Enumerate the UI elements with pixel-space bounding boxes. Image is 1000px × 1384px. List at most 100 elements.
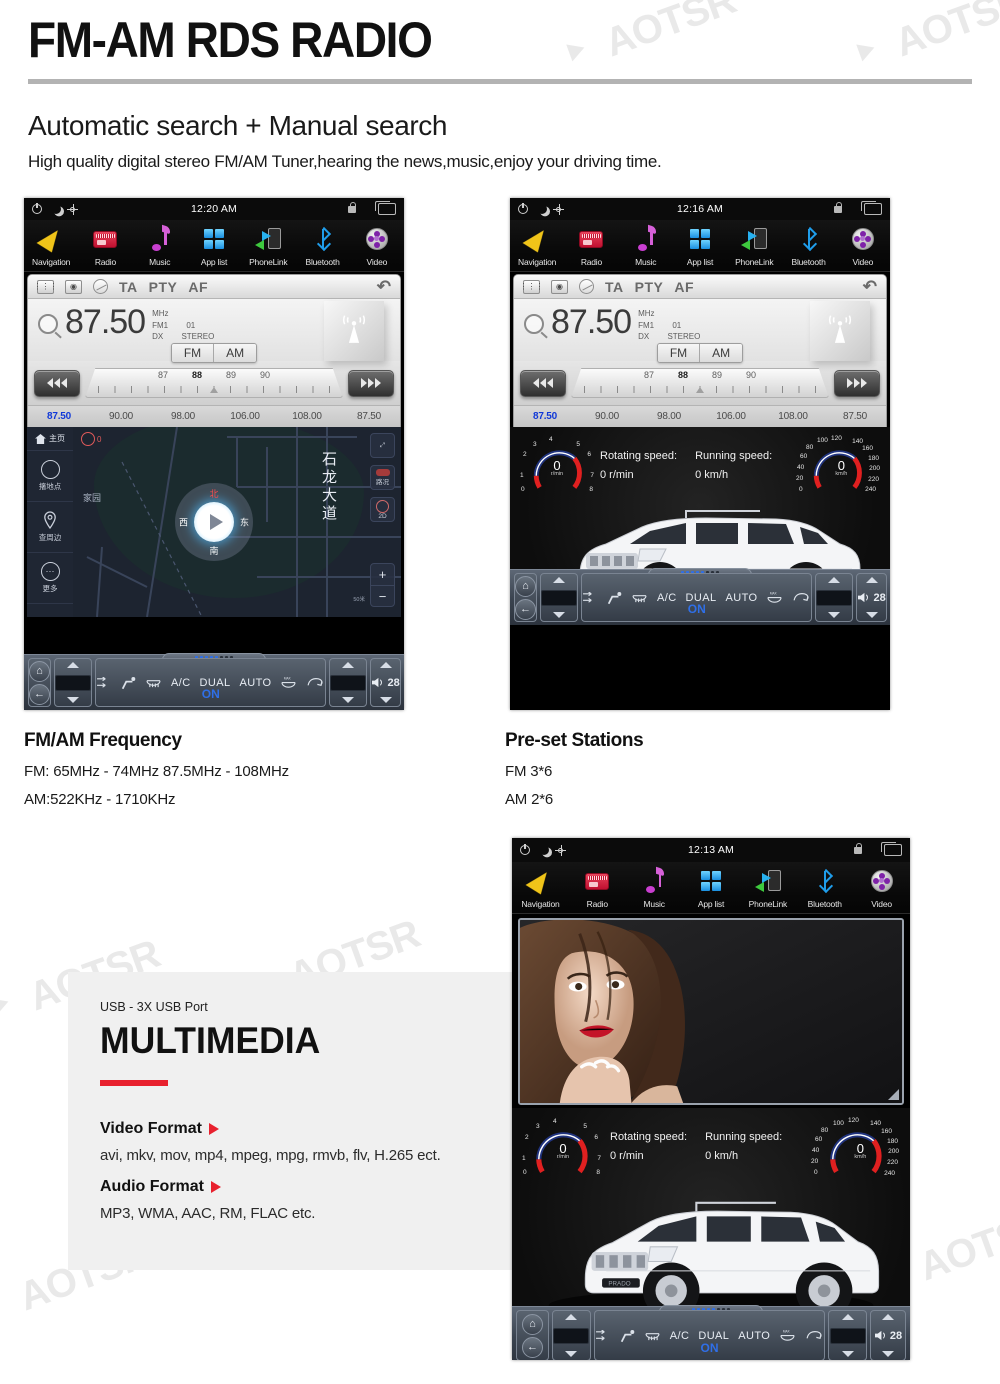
dock-item-music[interactable]: Music	[626, 866, 683, 913]
ta-button[interactable]: TA	[119, 279, 138, 295]
preset-button[interactable]: 108.00	[762, 411, 824, 422]
volume-down-icon[interactable]	[865, 612, 878, 618]
af-button[interactable]: AF	[674, 279, 694, 295]
lock-icon[interactable]	[348, 201, 357, 213]
preset-button[interactable]: 106.00	[700, 411, 762, 422]
preset-button[interactable]: 108.00	[276, 411, 338, 422]
window-icon[interactable]	[375, 201, 396, 215]
back-arrow-icon[interactable]: ←	[515, 598, 536, 620]
tuner-scale[interactable]: 87 88 89 90	[571, 368, 829, 398]
af-button[interactable]: AF	[188, 279, 208, 295]
ta-button[interactable]: TA	[605, 279, 624, 295]
dock-item-bluetooth[interactable]: Bluetooth	[781, 224, 835, 271]
preset-button[interactable]: 87.50	[338, 411, 400, 422]
dock-item-app-list[interactable]: App list	[187, 224, 241, 271]
dock-item-radio[interactable]: Radio	[78, 224, 132, 271]
auto-label[interactable]: AUTO	[240, 677, 272, 689]
temp-down-icon[interactable]	[828, 612, 841, 618]
seek-forward-icon[interactable]	[348, 369, 394, 397]
volume-down-icon[interactable]	[882, 1351, 895, 1357]
volume-cell[interactable]: 28	[870, 1310, 906, 1360]
magnifier-icon[interactable]	[524, 314, 544, 334]
dock-item-navigation[interactable]: Navigation	[24, 224, 78, 271]
temp-right-rocker[interactable]	[815, 573, 854, 622]
airflow-icon[interactable]	[582, 591, 597, 604]
temp-down-icon[interactable]	[841, 1351, 854, 1357]
seat-airflow-icon[interactable]	[619, 1329, 635, 1343]
eq-icon[interactable]: ⋮⋮⋮	[520, 279, 544, 294]
dock-item-video[interactable]: Video	[836, 224, 890, 271]
lock-icon[interactable]	[854, 842, 863, 854]
seek-forward-icon[interactable]	[834, 369, 880, 397]
back-icon[interactable]: ↶	[863, 277, 877, 297]
back-arrow-icon[interactable]: ←	[521, 1336, 543, 1358]
band-button-fm[interactable]: FM	[171, 344, 214, 362]
preset-icon[interactable]: ◉	[65, 279, 82, 294]
map-zoom-out[interactable]: −	[371, 585, 394, 606]
dock-item-music[interactable]: Music	[619, 224, 673, 271]
navigation-map[interactable]: 主页 撦地点 查周边 ⋯ 更多 0 石龙大道 家园 北 南 东 西 ⤢ 路况 2…	[27, 427, 401, 617]
climate-on-label[interactable]: ON	[688, 602, 706, 616]
auto-label[interactable]: AUTO	[726, 592, 758, 604]
preset-button[interactable]: 87.50	[824, 411, 886, 422]
preset-button[interactable]: 98.00	[638, 411, 700, 422]
dock-item-bluetooth[interactable]: Bluetooth	[295, 224, 349, 271]
preset-button[interactable]: 106.00	[214, 411, 276, 422]
airflow-icon[interactable]	[96, 676, 111, 689]
map-sidebar-item-more[interactable]: ⋯ 更多	[27, 553, 73, 604]
mute-status-badge[interactable]: 0	[81, 432, 101, 446]
magnifier-icon[interactable]	[38, 314, 58, 334]
preset-button[interactable]: 98.00	[152, 411, 214, 422]
window-icon[interactable]	[881, 842, 902, 856]
eq-icon[interactable]: ⋮⋮⋮	[34, 279, 58, 294]
volume-cell[interactable]: 28	[370, 658, 401, 707]
dock-item-navigation[interactable]: Navigation	[512, 866, 569, 913]
video-resize-handle[interactable]	[888, 1089, 899, 1100]
dock-item-phonelink[interactable]: PhoneLink	[739, 866, 796, 913]
dock-item-navigation[interactable]: Navigation	[510, 224, 564, 271]
temp-up-icon[interactable]	[565, 1314, 578, 1320]
preset-button[interactable]: 87.50	[514, 411, 576, 422]
seat-airflow-icon[interactable]	[606, 591, 622, 605]
volume-up-icon[interactable]	[882, 1314, 895, 1320]
map-zoom-control[interactable]: + −	[370, 563, 395, 607]
tuner-scale[interactable]: 87 88 89 90	[85, 368, 343, 398]
front-defrost-icon[interactable]	[631, 592, 648, 604]
pty-button[interactable]: PTY	[149, 279, 178, 295]
scan-icon[interactable]	[579, 279, 594, 294]
rear-defrost-icon[interactable]: MAX	[779, 1329, 796, 1343]
back-icon[interactable]: ↶	[377, 277, 391, 297]
dock-item-radio[interactable]: Radio	[564, 224, 618, 271]
dual-label[interactable]: DUAL	[698, 1330, 729, 1342]
map-zoom-in[interactable]: +	[371, 564, 394, 585]
band-button-fm[interactable]: FM	[657, 344, 700, 362]
volume-up-icon[interactable]	[865, 577, 878, 583]
dock-item-music[interactable]: Music	[133, 224, 187, 271]
temp-down-icon[interactable]	[553, 612, 565, 618]
climate-on-label[interactable]: ON	[701, 1341, 719, 1355]
rear-defrost-icon[interactable]: MAX	[766, 591, 783, 605]
preset-button[interactable]: 90.00	[90, 411, 152, 422]
home-icon[interactable]: ⌂	[29, 660, 50, 682]
temp-left-rocker[interactable]	[551, 1310, 591, 1360]
home-icon[interactable]: ⌂	[515, 575, 536, 597]
ac-label[interactable]: A/C	[657, 592, 677, 604]
front-defrost-icon[interactable]	[145, 677, 162, 689]
seat-airflow-icon[interactable]	[120, 676, 136, 690]
ac-label[interactable]: A/C	[670, 1330, 690, 1342]
map-sidebar-item-nearby[interactable]: 查周边	[27, 502, 73, 553]
volume-cell[interactable]: 28	[856, 573, 887, 622]
dock-item-app-list[interactable]: App list	[673, 224, 727, 271]
home-icon[interactable]: ⌂	[521, 1313, 543, 1335]
seek-backward-icon[interactable]	[520, 369, 566, 397]
window-icon[interactable]	[861, 201, 882, 215]
temp-up-icon[interactable]	[342, 662, 355, 668]
map-sidebar-item-search[interactable]: 撦地点	[27, 451, 73, 502]
front-defrost-icon[interactable]	[644, 1330, 661, 1342]
temp-left-rocker[interactable]	[540, 573, 578, 622]
seek-backward-icon[interactable]	[34, 369, 80, 397]
band-button-am[interactable]: AM	[699, 344, 743, 362]
auto-label[interactable]: AUTO	[738, 1330, 770, 1342]
temp-left-rocker[interactable]	[54, 658, 92, 707]
map-traffic-button[interactable]: 路况	[370, 465, 395, 490]
